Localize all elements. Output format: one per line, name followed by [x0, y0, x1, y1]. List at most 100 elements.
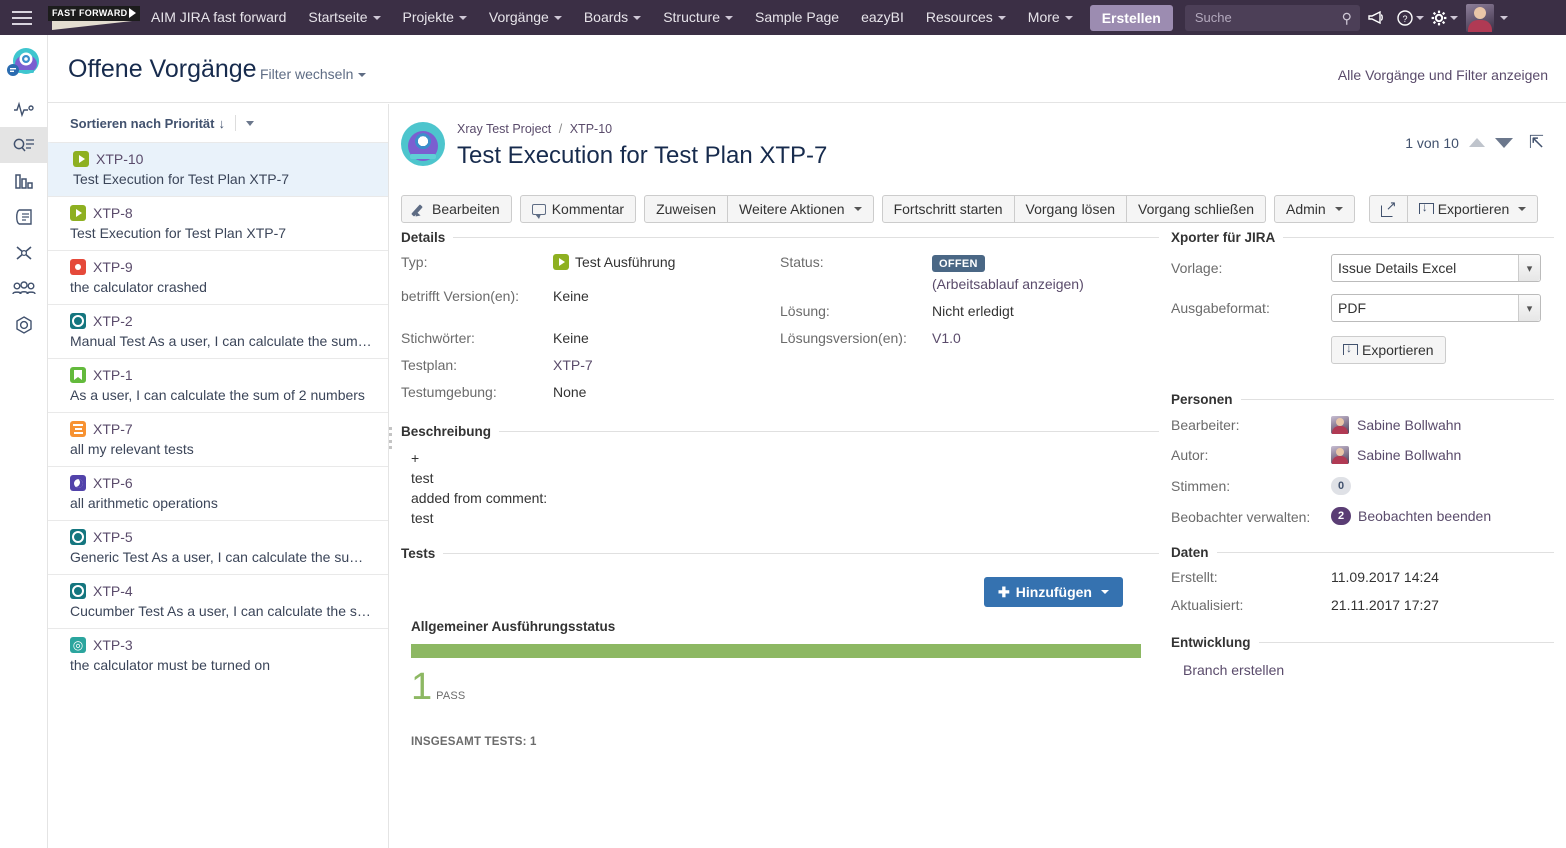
nav-item-vorgaenge[interactable]: Vorgänge [478, 0, 573, 35]
sort-options-chevron-down-icon[interactable] [245, 120, 254, 126]
issue-key[interactable]: XTP-3 [93, 637, 133, 653]
create-button[interactable]: Erstellen [1089, 4, 1173, 31]
view-workflow-link[interactable]: (Arbeitsablauf anzeigen) [932, 276, 1084, 292]
issue-key[interactable]: XTP-1 [93, 367, 133, 383]
more-actions-button[interactable]: Weitere Aktionen [728, 195, 874, 223]
assignee-avatar [1331, 416, 1349, 434]
edit-button[interactable]: Bearbeiten [401, 195, 512, 223]
nav-item-structure[interactable]: Structure [652, 0, 744, 35]
nav-item-resources[interactable]: Resources [915, 0, 1017, 35]
fix-version-value-link[interactable]: V1.0 [932, 330, 961, 346]
previous-issue-icon[interactable] [1468, 138, 1485, 147]
comment-button[interactable]: Kommentar [519, 195, 637, 223]
issue-key[interactable]: XTP-8 [93, 205, 133, 221]
format-select-wrapper[interactable]: PDF ▾ [1331, 294, 1541, 322]
nav-item-eazybi[interactable]: eazyBI [850, 0, 915, 35]
gear-outline-icon[interactable] [0, 307, 48, 343]
list-item[interactable]: XTP-6 all arithmetic operations [48, 466, 388, 520]
help-icon[interactable]: ? [1394, 0, 1428, 35]
show-all-issues-link[interactable]: Alle Vorgänge und Filter anzeigen [1338, 67, 1548, 83]
list-item[interactable]: XTP-7 all my relevant tests [48, 412, 388, 466]
export-button[interactable]: Exportieren [1407, 195, 1539, 223]
report-icon[interactable] [0, 199, 48, 235]
assign-button[interactable]: Zuweisen [644, 195, 728, 223]
admin-label: Admin [1286, 201, 1326, 217]
list-item[interactable]: XTP-9 the calculator crashed [48, 250, 388, 304]
search-list-icon[interactable] [0, 127, 48, 163]
start-progress-button[interactable]: Fortschritt starten [881, 195, 1015, 223]
gear-icon[interactable] [1428, 0, 1462, 35]
issue-list-panel: Sortieren nach Priorität ↓ XTP-10 Test Ex… [48, 104, 389, 848]
resolution-label: Lösung: [780, 303, 830, 319]
breadcrumb-project-link[interactable]: Xray Test Project [457, 122, 551, 136]
testplan-value-link[interactable]: XTP-7 [553, 357, 593, 373]
nav-label: eazyBI [861, 9, 904, 25]
list-item[interactable]: XTP-1 As a user, I can calculate the sum … [48, 358, 388, 412]
reporter-avatar [1331, 446, 1349, 464]
fullscreen-expand-icon[interactable]: ⇱ [1529, 132, 1544, 153]
issue-key[interactable]: XTP-10 [96, 151, 143, 167]
format-select[interactable]: PDF [1331, 294, 1541, 322]
issue-key[interactable]: XTP-6 [93, 475, 133, 491]
development-section-header: Entwicklung [1171, 635, 1554, 650]
issue-key[interactable]: XTP-2 [93, 313, 133, 329]
nav-item-more[interactable]: More [1017, 0, 1084, 35]
section-drag-handle[interactable] [389, 427, 394, 449]
template-select-wrapper[interactable]: Issue Details Excel ▾ [1331, 254, 1541, 282]
list-item[interactable]: XTP-4 Cucumber Test As a user, I can calc… [48, 574, 388, 628]
issue-key[interactable]: XTP-9 [93, 259, 133, 275]
list-item[interactable]: XTP-10 Test Execution for Test Plan XTP-7 [48, 142, 388, 196]
assignee-name-link[interactable]: Sabine Bollwahn [1357, 417, 1461, 433]
status-badge[interactable]: OFFEN [932, 255, 985, 272]
close-issue-button[interactable]: Vorgang schließen [1127, 195, 1267, 223]
bar-chart-icon[interactable] [0, 163, 48, 199]
nav-item-projekte[interactable]: Projekte [392, 0, 478, 35]
create-branch-link[interactable]: Branch erstellen [1183, 662, 1284, 678]
description-section: Beschreibung + test added from comment: tes… [389, 424, 1159, 528]
execution-status-bar[interactable] [411, 644, 1141, 658]
description-section-header: Beschreibung [401, 424, 1159, 439]
fast-forward-logo[interactable]: FAST FORWARD [48, 5, 140, 31]
issue-key[interactable]: XTP-7 [93, 421, 133, 437]
nav-item-startseite[interactable]: Startseite [297, 0, 391, 35]
admin-button[interactable]: Admin [1274, 195, 1355, 223]
xray-x-icon[interactable] [0, 235, 48, 271]
nav-item-sample-page[interactable]: Sample Page [744, 0, 850, 35]
resolve-issue-button[interactable]: Vorgang lösen [1014, 195, 1128, 223]
megaphone-icon[interactable] [1360, 0, 1394, 35]
list-item[interactable]: XTP-3 the calculator must be turned on [48, 628, 388, 682]
avatar[interactable] [1465, 3, 1494, 32]
menu-icon[interactable] [0, 0, 44, 35]
add-test-button[interactable]: ✚ Hinzufügen [984, 577, 1123, 607]
issue-key[interactable]: XTP-4 [93, 583, 133, 599]
nav-item-boards[interactable]: Boards [573, 0, 652, 35]
template-select[interactable]: Issue Details Excel [1331, 254, 1541, 282]
sort-direction-icon[interactable]: ↓ [218, 116, 225, 131]
description-heading: Beschreibung [401, 424, 492, 439]
next-issue-icon[interactable] [1494, 137, 1513, 148]
reporter-name-link[interactable]: Sabine Bollwahn [1357, 447, 1461, 463]
breadcrumb-issue-link[interactable]: XTP-10 [570, 122, 612, 136]
list-item[interactable]: XTP-2 Manual Test As a user, I can calcul… [48, 304, 388, 358]
xporter-export-button[interactable]: Exportieren [1331, 336, 1446, 364]
stop-watching-link[interactable]: Beobachten beenden [1358, 508, 1491, 524]
search-icon: ⚲ [1341, 9, 1352, 26]
list-item[interactable]: XTP-8 Test Execution for Test Plan XTP-7 [48, 196, 388, 250]
list-item[interactable]: XTP-5 Generic Test As a user, I can calcu… [48, 520, 388, 574]
xray-logo-icon[interactable] [0, 35, 48, 91]
nav-label: Projekte [402, 9, 454, 25]
search-box[interactable]: ⚲ [1184, 4, 1360, 31]
nav-item-aim-jira[interactable]: AIM JIRA fast forward [140, 0, 297, 35]
issue-key[interactable]: XTP-5 [93, 529, 133, 545]
development-section: Entwicklung Branch erstellen [1171, 635, 1554, 678]
sort-label[interactable]: Sortieren nach Priorität [70, 116, 214, 131]
search-input[interactable] [1184, 4, 1360, 31]
filter-switch-dropdown[interactable]: Filter wechseln [260, 66, 367, 82]
field-testplan: Testplan: XTP-7 [401, 357, 780, 373]
comment-button-label: Kommentar [551, 201, 625, 217]
profile-chevron-down-icon[interactable] [1494, 0, 1512, 35]
people-icon[interactable] [0, 271, 48, 307]
activity-icon[interactable] [0, 91, 48, 127]
description-body[interactable]: + test added from comment: test [401, 448, 1159, 528]
share-button[interactable] [1368, 195, 1408, 223]
